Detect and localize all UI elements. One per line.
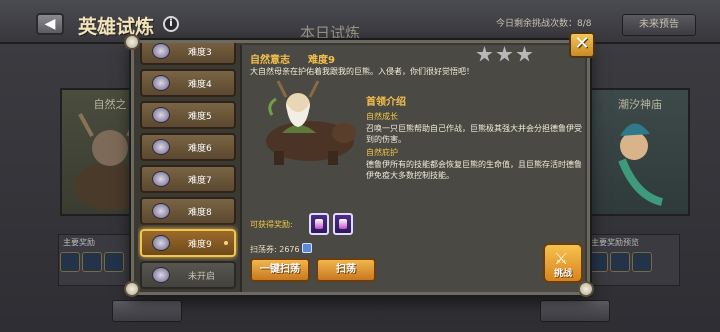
skill-description: 召唤一只巨熊帮助自己作战，巨熊极其强大并会分担德鲁伊受到的伤害。: [366, 124, 582, 144]
difficulty-5-icon: [152, 107, 170, 123]
info-icon[interactable]: i: [163, 16, 179, 32]
reward-label: 可获得奖励:: [250, 220, 293, 229]
challenge-label: 挑战: [553, 269, 572, 279]
boss-name: 自然意志: [250, 55, 290, 66]
difficulty-6-icon: [152, 139, 170, 155]
reward-card-icon[interactable]: [309, 213, 329, 235]
reward-card-icon[interactable]: [333, 213, 353, 235]
difficulty-label: 未开启: [188, 272, 216, 282]
reward-slot-icon: [610, 252, 630, 272]
difficulty-label: 难度4: [188, 80, 212, 90]
reward-slot-icon: [588, 252, 608, 272]
difficulty-label: 难度5: [188, 112, 212, 122]
difficulty-item-selected[interactable]: 难度9: [140, 229, 236, 257]
difficulty-3-icon: [152, 43, 170, 59]
boss-detail-panel: 自然意志 难度9 大自然母亲在护佑着我跟我的巨熊。入侵者，你们很好觉悟吧！ 首领…: [240, 45, 585, 292]
reward-slot-icon: [82, 252, 102, 272]
difficulty-item[interactable]: 难度3: [140, 43, 236, 65]
difficulty-tag: 难度9: [308, 55, 335, 66]
difficulty-item[interactable]: 难度4: [140, 69, 236, 97]
sweep-button[interactable]: 扫荡: [316, 258, 376, 282]
skill-name: 自然成长: [366, 112, 398, 121]
naga-art-icon: [618, 123, 664, 206]
star-empty-icon: [496, 46, 513, 62]
difficulty-item-locked[interactable]: 未开启: [140, 261, 236, 289]
skill-name: 自然庇护: [366, 148, 398, 157]
frame-corner-ornament-icon: [124, 281, 140, 297]
boss-detail-modal: 难度3 难度4 难度5 难度6 难度7 难度8 难度9 未开启 自然意志 难度9…: [131, 40, 590, 295]
difficulty-label: 难度9: [188, 240, 212, 250]
difficulty-9-icon: [152, 235, 170, 251]
difficulty-label: 难度7: [188, 176, 212, 186]
reward-slot-icon: [60, 252, 80, 272]
sweep-ticket-icon: [302, 243, 312, 253]
difficulty-label: 难度8: [188, 208, 212, 218]
difficulty-4-icon: [152, 75, 170, 91]
star-empty-icon: [476, 46, 493, 62]
druid-bear-portrait-icon: [266, 80, 356, 165]
challenge-button[interactable]: ⚔ 挑战: [543, 243, 583, 283]
future-preview-button[interactable]: 未来预告: [622, 14, 696, 36]
difficulty-label: 难度6: [188, 144, 212, 154]
right-rewards-label: 主要奖励预览: [591, 238, 639, 247]
difficulty-7-icon: [152, 171, 170, 187]
difficulty-label: 难度3: [188, 48, 212, 58]
bottom-left-button[interactable]: [112, 300, 182, 322]
skill-description: 德鲁伊所有的技能都会恢复巨熊的生命值，且巨熊存活时德鲁伊免疫大多数控制技能。: [366, 160, 582, 180]
right-trial-card[interactable]: 潮汐神庙: [590, 88, 690, 216]
selected-indicator-icon: [224, 241, 228, 245]
difficulty-item[interactable]: 难度8: [140, 197, 236, 225]
back-button[interactable]: ◀: [36, 13, 64, 35]
sweep-label: 扫荡券:: [250, 245, 277, 254]
difficulty-item[interactable]: 难度5: [140, 101, 236, 129]
close-button[interactable]: ✕: [569, 32, 595, 58]
difficulty-item[interactable]: 难度6: [140, 133, 236, 161]
page-title: 英雄试炼: [78, 16, 155, 38]
reward-slot-icon: [104, 252, 124, 272]
remaining-attempts: 今日剩余挑战次数：8/8: [496, 19, 592, 29]
sweep-ticket-info: 扫荡券: 2676: [250, 244, 300, 255]
frame-corner-ornament-icon: [124, 34, 140, 50]
intro-title: 首领介绍: [366, 97, 406, 108]
sweep-count: 2676: [279, 245, 300, 254]
sweep-all-button[interactable]: 一键扫荡: [250, 258, 310, 282]
bottom-right-button[interactable]: [540, 300, 610, 322]
right-rewards-panel: 主要奖励预览: [586, 234, 680, 286]
frame-corner-ornament-icon: [578, 281, 594, 297]
difficulty-locked-icon: [152, 267, 170, 283]
difficulty-list[interactable]: 难度3 难度4 难度5 难度6 难度7 难度8 难度9 未开启: [138, 43, 238, 292]
difficulty-8-icon: [152, 203, 170, 219]
reward-slot-icon: [632, 252, 652, 272]
difficulty-item[interactable]: 难度7: [140, 165, 236, 193]
star-empty-icon: [516, 46, 533, 62]
